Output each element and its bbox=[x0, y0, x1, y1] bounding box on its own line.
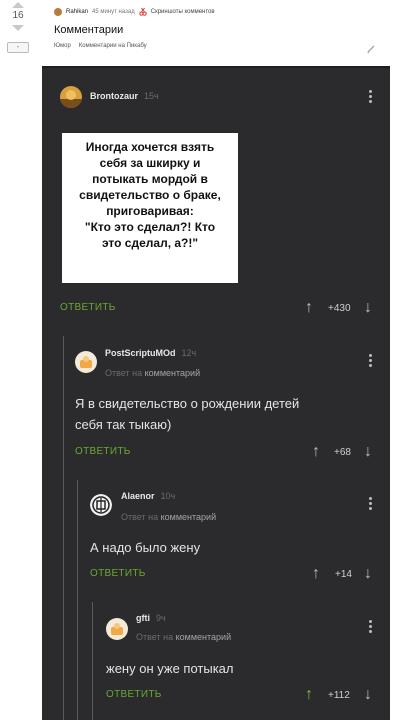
comment-meme-image[interactable]: Иногда хочется взять себя за шкирку и по… bbox=[62, 133, 238, 283]
comment-rating: +14 bbox=[335, 569, 352, 580]
post-author[interactable]: Rahikan bbox=[66, 9, 88, 15]
comment-time: 12ч bbox=[181, 348, 197, 358]
post-vote-count: 16 bbox=[12, 10, 24, 21]
default-avatar-icon bbox=[106, 618, 128, 640]
pencil-icon[interactable] bbox=[366, 44, 376, 54]
post-tags: Юмор Комментарии на Пикабу bbox=[54, 43, 147, 49]
comment-rating: +112 bbox=[328, 690, 350, 701]
comment-rating: +430 bbox=[328, 303, 351, 314]
reply-to-link[interactable]: комментарий bbox=[161, 512, 216, 522]
comment-author-name[interactable]: gfti bbox=[136, 613, 150, 623]
comment-author[interactable]: gfti 9ч bbox=[136, 613, 166, 623]
reply-to-line: Ответ на комментарий bbox=[105, 368, 200, 378]
comment-author[interactable]: Alaenor 10ч bbox=[121, 491, 175, 501]
comment-time: 9ч bbox=[156, 613, 166, 623]
comment-author-name[interactable]: Alaenor bbox=[121, 491, 155, 501]
upvote-icon[interactable]: ↑ bbox=[305, 300, 313, 316]
default-avatar-icon bbox=[75, 351, 97, 373]
comment-author[interactable]: PostScriptuMOd 12ч bbox=[105, 348, 196, 358]
more-vertical-icon[interactable] bbox=[369, 90, 372, 103]
upvote-icon[interactable]: ↑ bbox=[312, 444, 320, 460]
comment-author-name[interactable]: PostScriptuMOd bbox=[105, 348, 176, 358]
reply-to-prefix: Ответ на bbox=[136, 632, 174, 642]
meme-text: Иногда хочется взять себя за шкирку и по… bbox=[62, 133, 238, 251]
avatar[interactable] bbox=[75, 351, 97, 373]
meme-line: "Кто это сделал?! Кто bbox=[84, 220, 216, 234]
scissors-icon bbox=[139, 8, 147, 16]
reply-to-line: Ответ на комментарий bbox=[121, 512, 216, 522]
upvote-icon[interactable]: ↑ bbox=[312, 566, 320, 582]
meme-line: потыкать мордой в bbox=[92, 172, 208, 186]
post-meta: Rahikan 45 минут назад Скриншоты коммент… bbox=[54, 8, 215, 16]
meme-line: приговаривая: bbox=[106, 204, 194, 218]
reply-button[interactable]: ОТВЕТИТЬ bbox=[106, 689, 162, 700]
comment-author[interactable]: Brontozaur 15ч bbox=[90, 91, 159, 101]
more-vertical-icon[interactable] bbox=[369, 620, 372, 633]
comment-time: 15ч bbox=[144, 91, 159, 101]
comment-text: жену он уже потыкал bbox=[106, 661, 234, 676]
avatar[interactable] bbox=[60, 86, 82, 108]
post-downvote-icon[interactable] bbox=[12, 25, 24, 31]
collapse-button[interactable]: - bbox=[7, 42, 29, 53]
post-upvote-icon[interactable] bbox=[12, 2, 24, 8]
panel-top-border bbox=[42, 66, 390, 68]
avatar[interactable] bbox=[106, 618, 128, 640]
post-header: Rahikan 45 минут назад Скриншоты коммент… bbox=[42, 0, 390, 66]
reply-button[interactable]: ОТВЕТИТЬ bbox=[90, 568, 146, 579]
reply-button[interactable]: ОТВЕТИТЬ bbox=[75, 446, 131, 457]
post-vote-column: 16 - bbox=[0, 0, 38, 724]
alaenor-avatar-icon bbox=[90, 494, 112, 516]
reply-to-link[interactable]: комментарий bbox=[145, 368, 200, 378]
comment-time: 10ч bbox=[160, 491, 176, 501]
comment-text-line: Я в свидетельство о рождении детей bbox=[75, 396, 300, 411]
more-vertical-icon[interactable] bbox=[369, 497, 372, 510]
downvote-icon[interactable]: ↓ bbox=[364, 566, 372, 582]
thread-line[interactable] bbox=[63, 336, 64, 720]
comment-text-line: себя так тыкаю) bbox=[75, 417, 172, 432]
avatar[interactable] bbox=[90, 494, 112, 516]
more-vertical-icon[interactable] bbox=[369, 354, 372, 367]
meme-line: Иногда хочется взять bbox=[85, 140, 215, 154]
reply-to-prefix: Ответ на bbox=[121, 512, 159, 522]
upvote-icon[interactable]: ↑ bbox=[305, 687, 313, 703]
author-avatar[interactable] bbox=[54, 8, 62, 16]
comment-text: А надо было жену bbox=[90, 540, 201, 555]
post-title[interactable]: Комментарии bbox=[54, 24, 123, 36]
comment-author-name[interactable]: Brontozaur bbox=[90, 91, 138, 101]
tag-pikabu-comments[interactable]: Комментарии на Пикабу bbox=[79, 43, 147, 49]
downvote-icon[interactable]: ↓ bbox=[364, 300, 372, 316]
brontozaur-avatar-icon bbox=[60, 86, 82, 108]
thread-line[interactable] bbox=[77, 480, 78, 720]
post-time: 45 минут назад bbox=[92, 9, 135, 15]
reply-to-link[interactable]: комментарий bbox=[176, 632, 231, 642]
meme-line: себя за шкирку и bbox=[99, 156, 201, 170]
thread-line[interactable] bbox=[92, 602, 93, 720]
downvote-icon[interactable]: ↓ bbox=[364, 444, 372, 460]
meme-line: свидетельство о браке, bbox=[79, 188, 221, 202]
reply-to-line: Ответ на комментарий bbox=[136, 632, 231, 642]
downvote-icon[interactable]: ↓ bbox=[364, 687, 372, 703]
comment-rating: +68 bbox=[334, 447, 351, 458]
tag-humor[interactable]: Юмор bbox=[54, 43, 71, 49]
comment-text: Я в свидетельство о рождении детей себя … bbox=[75, 393, 299, 435]
meme-line: это сделал, а?!" bbox=[101, 236, 199, 250]
reply-to-prefix: Ответ на bbox=[105, 368, 143, 378]
reply-button[interactable]: ОТВЕТИТЬ bbox=[60, 302, 116, 313]
post-share-link[interactable]: Скриншоты комментов bbox=[151, 9, 215, 15]
